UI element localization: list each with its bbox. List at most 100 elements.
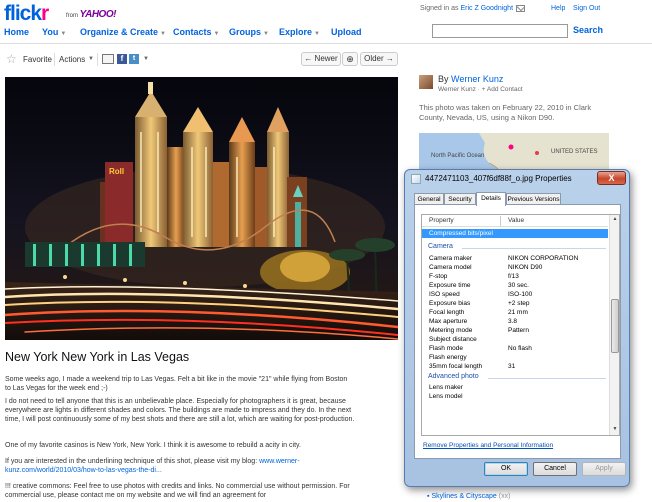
remove-properties-link[interactable]: Remove Properties and Personal Informati… — [423, 442, 553, 449]
property-row[interactable]: ISO speed ISO-100 — [422, 290, 608, 299]
facebook-icon[interactable]: f — [117, 54, 127, 64]
photo-title: New York New York in Las Vegas — [5, 350, 190, 364]
favorite-button[interactable]: Favorite — [23, 55, 52, 64]
property-name: Camera model — [429, 264, 472, 271]
chevron-down-icon: ▼ — [263, 31, 269, 37]
chevron-down-icon[interactable]: ▼ — [88, 56, 94, 62]
cancel-button[interactable]: Cancel — [533, 462, 577, 476]
nav-you[interactable]: You ▼ — [42, 27, 66, 37]
nav-groups[interactable]: Groups ▼ — [229, 27, 269, 37]
description-paragraph: If you are interested in the underlining… — [5, 458, 300, 474]
mail-icon[interactable] — [516, 5, 525, 12]
search-button[interactable]: Search — [573, 25, 603, 35]
column-divider[interactable] — [500, 216, 501, 226]
twitter-icon[interactable]: t — [129, 54, 139, 64]
property-name: Lens maker — [429, 384, 463, 391]
description-paragraph: !!! creative commons: Feel free to use p… — [5, 483, 350, 499]
property-value: NIKON D90 — [508, 264, 543, 271]
property-name: Subject distance — [429, 336, 477, 343]
nav-organize-create[interactable]: Organize & Create ▼ — [80, 27, 166, 37]
property-row[interactable]: Camera model NIKON D90 — [422, 263, 608, 272]
property-value: 30 sec. — [508, 282, 529, 289]
search-input[interactable] — [432, 24, 568, 38]
zoom-icon[interactable]: ⊕ — [342, 52, 358, 66]
property-name: Exposure bias — [429, 300, 471, 307]
property-row[interactable]: Lens maker — [422, 383, 608, 392]
property-value: 31 — [508, 363, 516, 370]
property-name: Flash energy — [429, 354, 467, 361]
apply-button[interactable]: Apply — [582, 462, 626, 476]
property-row[interactable]: Exposure bias +2 step — [422, 299, 608, 308]
properties-list[interactable]: Property Value Compressed bits/pixel Cam… — [421, 214, 620, 436]
nav-upload[interactable]: Upload — [331, 27, 362, 37]
property-value: No flash — [508, 345, 532, 352]
divider — [54, 53, 55, 66]
photo-author: By Werner Kunz — [438, 74, 504, 84]
property-row[interactable]: Metering mode Pattern — [422, 326, 608, 335]
property-row[interactable]: F-stop f/13 — [422, 272, 608, 281]
property-row[interactable]: 35mm focal length 31 — [422, 362, 608, 371]
ok-button[interactable]: OK — [484, 462, 528, 476]
username-link[interactable]: Eric Z Goodnight — [460, 5, 513, 12]
scroll-down-icon[interactable]: ▼ — [611, 425, 619, 434]
group-divider — [462, 248, 606, 249]
chevron-down-icon[interactable]: ▼ — [143, 56, 149, 62]
property-row[interactable]: Subject distance — [422, 335, 608, 344]
nav-contacts[interactable]: Contacts ▼ — [173, 27, 219, 37]
scroll-thumb[interactable] — [611, 299, 619, 353]
details-panel: Property Value Compressed bits/pixel Cam… — [414, 204, 621, 459]
flickr-logo[interactable]: flickr — [4, 2, 49, 26]
property-row[interactable]: Max aperture 3.8 — [422, 317, 608, 326]
map-label-country: UNITED STATES — [551, 149, 598, 155]
top-bar: flickr from YAHOO! Signed in as Eric Z G… — [0, 0, 652, 26]
column-header-value[interactable]: Value — [508, 217, 524, 224]
property-name: Lens model — [429, 393, 463, 400]
dialog-title: 4472471103_407f6df88f_o.jpg Properties — [425, 174, 572, 183]
property-value: ISO-100 — [508, 291, 533, 298]
avatar[interactable] — [419, 75, 433, 89]
property-row[interactable]: Camera maker NIKON CORPORATION — [422, 254, 608, 263]
selected-property-row[interactable]: Compressed bits/pixel — [422, 229, 608, 238]
divider — [97, 53, 98, 66]
property-name: F-stop — [429, 273, 448, 280]
newer-button[interactable]: ← Newer — [301, 52, 341, 66]
author-link[interactable]: Werner Kunz — [451, 74, 503, 84]
property-value: +2 step — [508, 300, 530, 307]
property-row[interactable]: Lens model — [422, 392, 608, 401]
property-row[interactable]: Focal length 21 mm — [422, 308, 608, 317]
photo-taken-info: This photo was taken on February 22, 201… — [419, 103, 592, 122]
property-name: Focal length — [429, 309, 465, 316]
property-name: 35mm focal length — [429, 363, 483, 370]
chevron-down-icon: ▼ — [160, 31, 166, 37]
email-share-icon[interactable] — [102, 54, 114, 64]
group-divider — [488, 378, 606, 379]
property-name: Max aperture — [429, 318, 468, 325]
file-properties-dialog: 4472471103_407f6df88f_o.jpg Properties X… — [404, 169, 630, 487]
add-contact-link[interactable]: + Add Contact — [482, 86, 523, 93]
older-button[interactable]: Older → — [360, 52, 398, 66]
star-icon[interactable]: ☆ — [6, 53, 17, 65]
scroll-up-icon[interactable]: ▲ — [611, 215, 619, 224]
description-paragraph: I do not need to tell anyone that this i… — [5, 398, 355, 423]
author-subline: Werner Kunz · + Add Contact — [438, 86, 523, 93]
actions-menu[interactable]: Actions — [59, 55, 85, 64]
property-row[interactable]: Flash mode No flash — [422, 344, 608, 353]
file-icon — [411, 174, 421, 184]
vertical-scrollbar[interactable]: ▲ ▼ — [609, 215, 619, 435]
tab-details[interactable]: Details — [476, 192, 506, 206]
property-value: 21 mm — [508, 309, 528, 316]
nav-explore[interactable]: Explore ▼ — [279, 27, 320, 37]
sign-out-link[interactable]: Sign Out — [573, 5, 600, 12]
property-row[interactable]: Flash energy — [422, 353, 608, 362]
main-photo[interactable]: Roll — [5, 77, 398, 340]
signed-in-status: Signed in as Eric Z Goodnight — [420, 5, 514, 12]
column-header-property[interactable]: Property — [429, 217, 454, 224]
set-link[interactable]: ▪ Skylines & Cityscape (xx) — [427, 493, 510, 500]
group-header-camera: Camera — [428, 243, 453, 250]
property-name: ISO speed — [429, 291, 460, 298]
nav-home[interactable]: Home — [4, 27, 29, 37]
svg-text:Roll: Roll — [109, 167, 124, 176]
close-button[interactable]: X — [597, 171, 626, 185]
help-link[interactable]: Help — [551, 5, 565, 12]
property-row[interactable]: Exposure time 30 sec. — [422, 281, 608, 290]
